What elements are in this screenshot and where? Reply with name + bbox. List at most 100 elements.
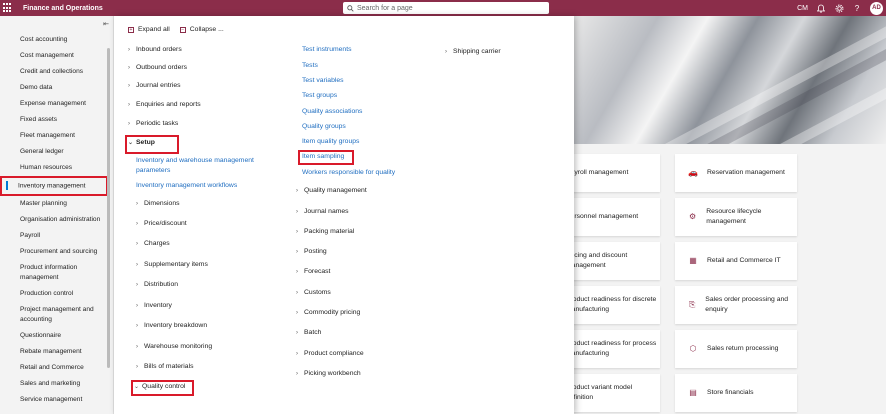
avatar[interactable]: AD	[870, 1, 883, 15]
nav-item[interactable]: Master planning	[0, 196, 108, 212]
menu-group[interactable]: › Posting	[296, 248, 327, 255]
menu-group[interactable]: › Customs	[296, 289, 331, 296]
nav-item[interactable]: Sales and marketing	[0, 376, 108, 392]
flyout-toolbar: + Expand all − Collapse ...	[128, 26, 224, 33]
menu-group[interactable]: › Periodic tasks	[128, 120, 178, 127]
chevron-right-icon: ›	[445, 48, 447, 55]
menu-group[interactable]: › Supplementary items	[136, 261, 208, 268]
nav-item[interactable]: Credit and collections	[0, 64, 108, 80]
nav-item[interactable]: Human resources	[0, 160, 108, 176]
menu-link[interactable]: Inventory and warehouse management param…	[136, 156, 266, 176]
nav-item-label: Inventory management	[18, 182, 86, 190]
menu-group[interactable]: › Charges	[136, 240, 170, 247]
menu-group-label: Quality control	[142, 383, 186, 390]
app-launcher-icon[interactable]	[3, 3, 13, 13]
nav-item[interactable]: Fleet management	[0, 128, 108, 144]
nav-item[interactable]: Production control	[0, 286, 108, 302]
menu-group[interactable]: › Inbound orders	[128, 46, 182, 53]
nav-item[interactable]: Fixed assets	[0, 112, 108, 128]
selection-indicator	[6, 181, 8, 190]
expand-all-button[interactable]: + Expand all	[128, 26, 170, 33]
menu-group[interactable]: › Outbound orders	[128, 64, 187, 71]
menu-group[interactable]: › Bills of materials	[136, 363, 193, 370]
chevron-right-icon: ›	[128, 64, 130, 71]
menu-link[interactable]: Inventory management workflows	[136, 182, 237, 189]
workspace-tile[interactable]: ⎘ Sales order processing and enquiry	[675, 286, 797, 324]
menu-group-label: Product compliance	[304, 350, 364, 357]
nav-item[interactable]: Retail and Commerce	[0, 360, 108, 376]
menu-group[interactable]: › Price/discount	[136, 220, 187, 227]
workspace-tile[interactable]: Personnel management	[564, 198, 660, 236]
menu-group[interactable]: › Batch	[296, 329, 321, 336]
menu-group[interactable]: › Commodity pricing	[296, 309, 360, 316]
search-input[interactable]: Search for a page	[343, 2, 549, 14]
company-picker[interactable]: CM	[797, 5, 808, 12]
nav-item[interactable]: Cost management	[0, 48, 108, 64]
menu-group[interactable]: › Shipping carrier	[445, 48, 501, 55]
nav-item-selected[interactable]: Inventory management	[0, 176, 108, 197]
nav-item[interactable]: Product information management	[0, 260, 108, 286]
workspace-tiles: Payroll management Personnel management …	[564, 144, 886, 414]
menu-group[interactable]: › Enquiries and reports	[128, 101, 201, 108]
workspace-tile[interactable]: ▤ Store financials	[675, 374, 797, 412]
workspace-tile[interactable]: ▦ Retail and Commerce IT	[675, 242, 797, 280]
bell-icon[interactable]	[812, 0, 830, 16]
nav-item[interactable]: Project management and accounting	[0, 302, 108, 328]
chevron-right-icon: ›	[296, 370, 298, 377]
menu-link[interactable]: Item quality groups	[302, 138, 359, 145]
chevron-right-icon: ›	[128, 46, 130, 53]
app-title[interactable]: Finance and Operations	[23, 5, 103, 12]
menu-group[interactable]: › Packing material	[296, 228, 354, 235]
nav-item[interactable]: Procurement and sourcing	[0, 244, 108, 260]
menu-link[interactable]: Quality groups	[302, 123, 346, 130]
workspace-tile[interactable]: Payroll management	[564, 154, 660, 192]
menu-group[interactable]: › Picking workbench	[296, 370, 361, 377]
workspace-tile[interactable]: Product readiness for discrete manufactu…	[564, 286, 660, 324]
menu-group[interactable]: › Journal names	[296, 208, 349, 215]
menu-group-label: Quality management	[304, 187, 367, 194]
workspace-tile[interactable]: 🚗 Reservation management	[675, 154, 797, 192]
workspace-tile[interactable]: Product readiness for process manufactur…	[564, 330, 660, 368]
menu-link[interactable]: Workers responsible for quality	[302, 169, 395, 176]
menu-link[interactable]: Tests	[302, 62, 318, 69]
workspace-tile[interactable]: Product variant model definition	[564, 374, 660, 412]
nav-scrollbar[interactable]	[107, 48, 110, 368]
nav-item[interactable]: Organisation administration	[0, 212, 108, 228]
nav-item[interactable]: Rebate management	[0, 344, 108, 360]
tile-label: Product readiness for process manufactur…	[566, 340, 657, 357]
collapse-nav-icon[interactable]: ⇤	[103, 20, 109, 28]
menu-group[interactable]: › Distribution	[136, 281, 178, 288]
menu-link[interactable]: Test groups	[302, 92, 337, 99]
help-icon[interactable]: ?	[848, 0, 866, 16]
menu-group-setup[interactable]: ⌄ Setup	[128, 139, 155, 146]
nav-item[interactable]: Questionnaire	[0, 328, 108, 344]
menu-group-quality-control[interactable]: ⌄ Quality control	[134, 383, 185, 390]
tile-label: Payroll management	[566, 169, 629, 176]
workspace-tile[interactable]: ⬡ Sales return processing	[675, 330, 797, 368]
nav-item[interactable]: Expense management	[0, 96, 108, 112]
gear-icon[interactable]	[830, 0, 848, 16]
collapse-all-button[interactable]: − Collapse ...	[179, 26, 224, 33]
workspace-tile[interactable]: Pricing and discount management	[564, 242, 660, 280]
menu-group[interactable]: › Forecast	[296, 268, 330, 275]
menu-group[interactable]: › Inventory breakdown	[136, 322, 207, 329]
nav-item[interactable]: Demo data	[0, 80, 108, 96]
nav-item[interactable]: Service management	[0, 392, 108, 408]
workspace-tile[interactable]: ⚙ Resource lifecycle management	[675, 198, 797, 236]
menu-group[interactable]: › Product compliance	[296, 350, 364, 357]
menu-link[interactable]: Quality associations	[302, 108, 362, 115]
chevron-right-icon: ›	[128, 101, 130, 108]
nav-item[interactable]: Cost accounting	[0, 32, 108, 48]
menu-link[interactable]: Test instruments	[302, 46, 351, 53]
nav-item[interactable]: Payroll	[0, 228, 108, 244]
tile-label: Sales order processing and enquiry	[705, 296, 789, 313]
menu-group[interactable]: › Inventory	[136, 302, 172, 309]
menu-group[interactable]: › Warehouse monitoring	[136, 343, 212, 350]
menu-group[interactable]: › Dimensions	[136, 200, 180, 207]
menu-link-item-sampling[interactable]: Item sampling	[302, 153, 344, 160]
menu-group[interactable]: › Journal entries	[128, 82, 181, 89]
tile-label: Resource lifecycle management	[706, 208, 762, 225]
nav-item[interactable]: General ledger	[0, 144, 108, 160]
menu-link[interactable]: Test variables	[302, 77, 344, 84]
menu-group[interactable]: › Quality management	[296, 187, 367, 194]
